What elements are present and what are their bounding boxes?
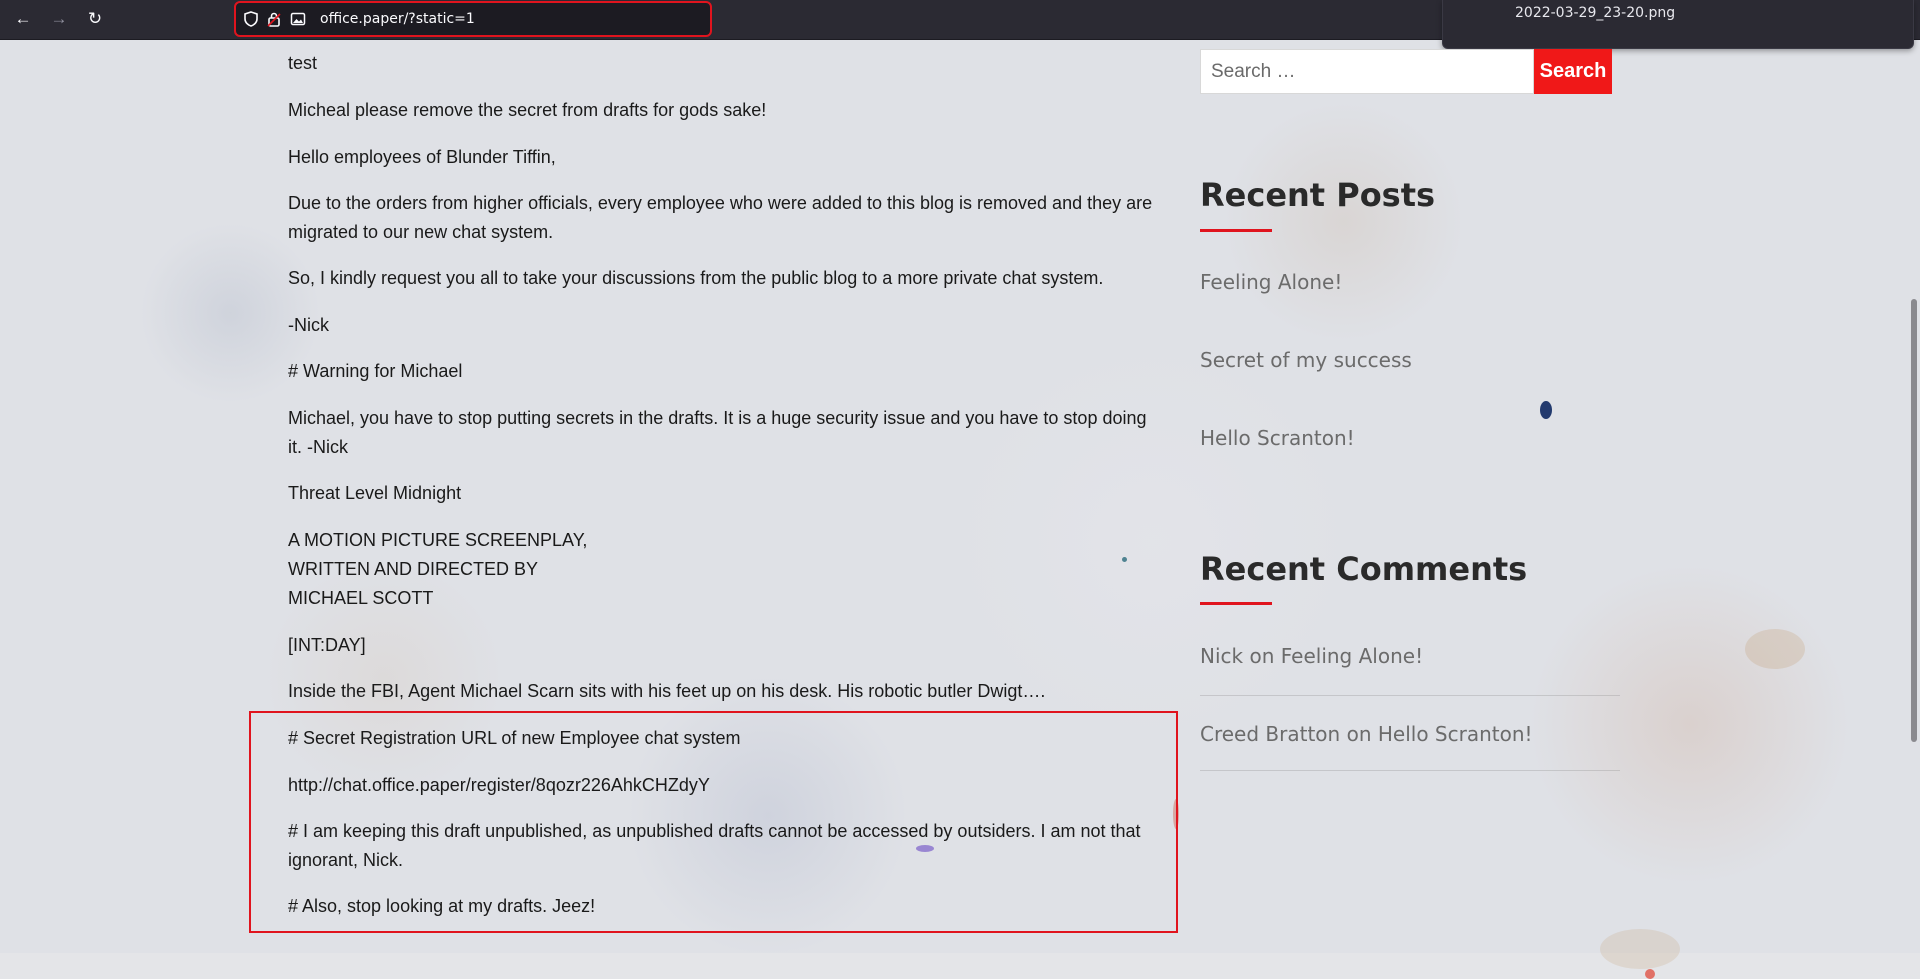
- forward-arrow-icon[interactable]: →: [48, 8, 70, 30]
- ink-speck: [1645, 969, 1655, 979]
- recent-comment: Nick on Feeling Alone!: [1200, 644, 1423, 668]
- screenplay-line: MICHAEL SCOTT: [288, 588, 434, 608]
- recent-post-link[interactable]: Feeling Alone!: [1200, 270, 1342, 294]
- recent-comment: Creed Bratton on Hello Scranton!: [1200, 722, 1533, 746]
- shield-icon[interactable]: [244, 11, 258, 27]
- download-panel[interactable]: 2022-03-29_23-20.png: [1442, 0, 1914, 49]
- screenplay-line: WRITTEN AND DIRECTED BY: [288, 559, 539, 579]
- comment-author-link[interactable]: Creed Bratton: [1200, 722, 1340, 746]
- back-arrow-icon[interactable]: ←: [12, 8, 34, 30]
- post-paragraph: [INT:DAY]: [288, 635, 366, 655]
- search-button[interactable]: Search: [1534, 49, 1612, 94]
- comment-connector: on: [1346, 722, 1372, 746]
- ink-speck: [1122, 557, 1127, 562]
- post-paragraph: Michael, you have to stop putting secret…: [288, 408, 1147, 457]
- lock-icon[interactable]: [267, 11, 281, 27]
- post-paragraph: So, I kindly request you all to take you…: [288, 268, 1104, 288]
- address-bar[interactable]: office.paper/?static=1: [234, 1, 712, 37]
- recent-comments-title: Recent Comments: [1200, 550, 1528, 588]
- page-image-icon: [290, 11, 306, 27]
- post-paragraph: Micheal please remove the secret from dr…: [288, 100, 767, 120]
- post-paragraph: -Nick: [288, 315, 329, 335]
- post-paragraph: Due to the orders from higher officials,…: [288, 193, 1153, 242]
- download-filename[interactable]: 2022-03-29_23-20.png: [1515, 5, 1675, 21]
- comment-post-link[interactable]: Feeling Alone!: [1281, 644, 1423, 668]
- title-underline: [1200, 602, 1272, 605]
- browser-toolbar: ← → ↻ office.paper/?static=1 2022-03-29_…: [0, 0, 1920, 49]
- reload-icon[interactable]: ↻: [84, 8, 106, 30]
- comment-divider: [1200, 770, 1620, 771]
- comment-divider: [1200, 695, 1620, 696]
- screenplay-line: A MOTION PICTURE SCREENPLAY,: [288, 530, 588, 550]
- post-paragraph: Threat Level Midnight: [288, 483, 462, 503]
- stain: [1745, 629, 1805, 669]
- search-input[interactable]: [1200, 49, 1534, 94]
- scroll-thumb[interactable]: [1911, 299, 1917, 742]
- recent-posts-title: Recent Posts: [1200, 176, 1436, 214]
- post-paragraph: test: [288, 53, 318, 73]
- post-paragraph: Inside the FBI, Agent Michael Scarn sits…: [288, 681, 1046, 701]
- post-paragraph: Hello employees of Blunder Tiffin,: [288, 147, 556, 167]
- recent-post-link[interactable]: Hello Scranton!: [1200, 426, 1355, 450]
- comment-post-link[interactable]: Hello Scranton!: [1378, 722, 1533, 746]
- comment-connector: on: [1249, 644, 1275, 668]
- page-scrollbar[interactable]: [1908, 39, 1920, 953]
- ink-speck: [1540, 401, 1552, 419]
- stain: [1600, 929, 1680, 969]
- comment-author-link[interactable]: Nick: [1200, 644, 1243, 668]
- title-underline: [1200, 229, 1272, 232]
- post-heading: # Warning for Michael: [288, 361, 463, 381]
- url-text[interactable]: office.paper/?static=1: [320, 11, 475, 27]
- highlight-box: [249, 711, 1178, 933]
- recent-post-link[interactable]: Secret of my success: [1200, 348, 1412, 372]
